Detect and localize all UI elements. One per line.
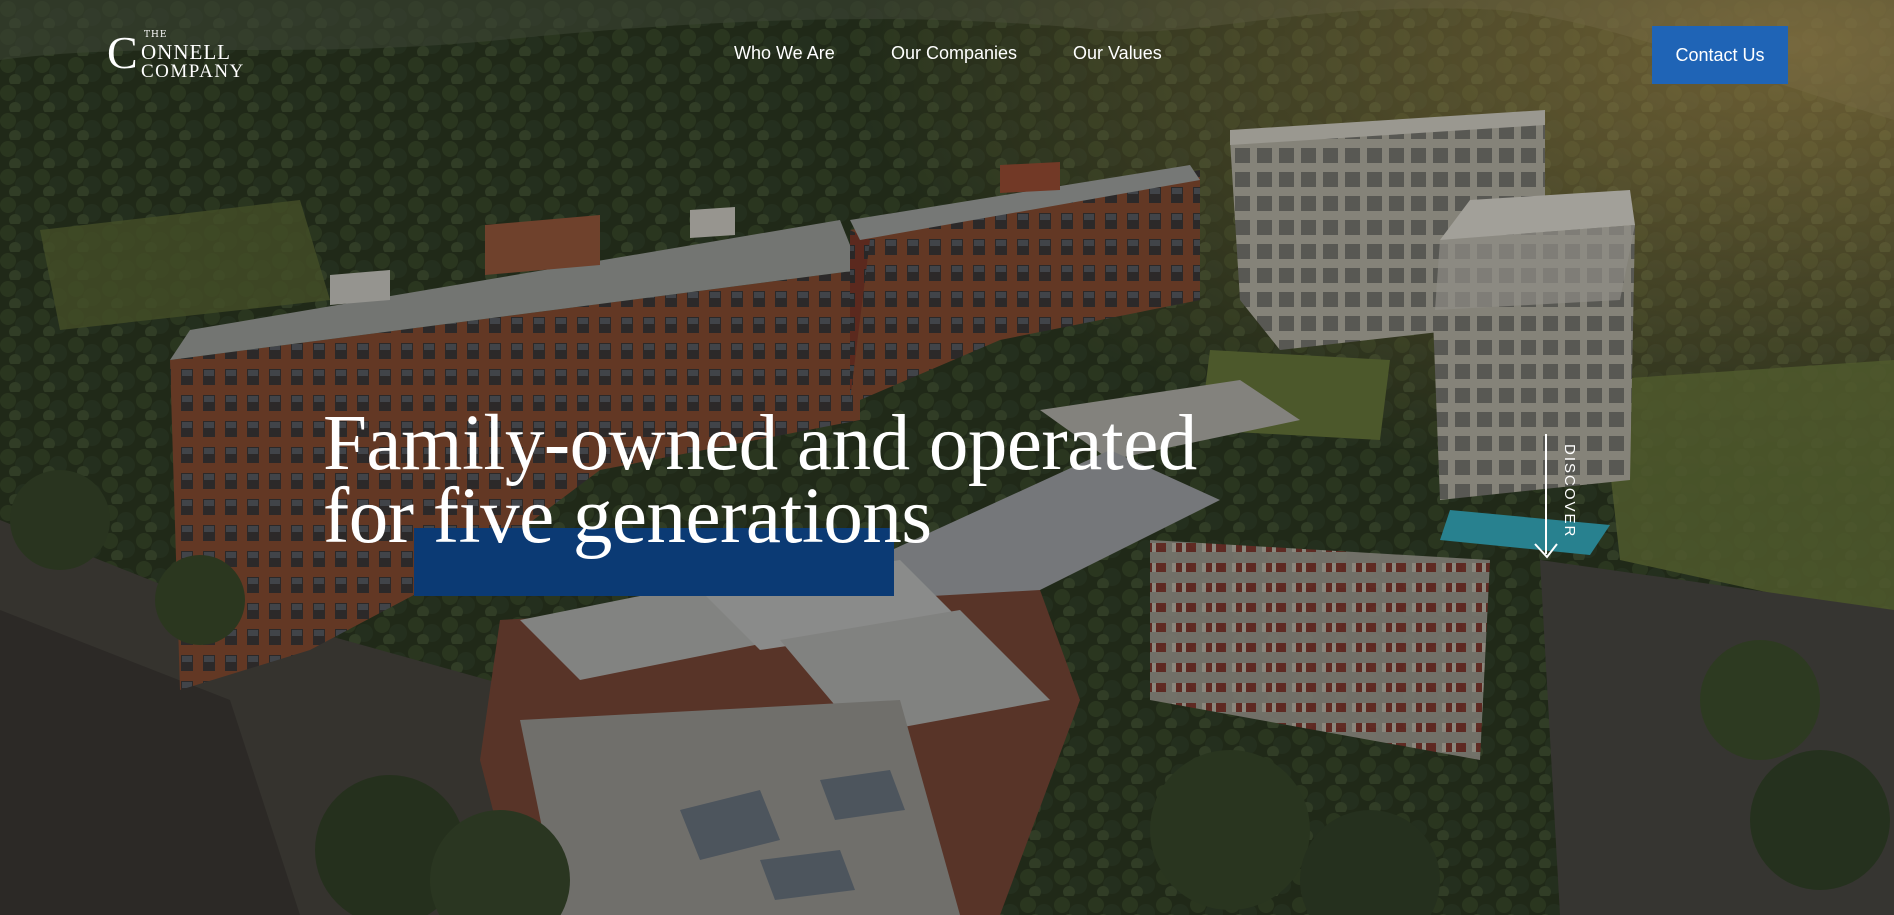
nav-link-our-values[interactable]: Our Values [1073, 43, 1162, 64]
logo-the: THE [144, 30, 168, 40]
headline-line-1: Family-owned and operated [323, 400, 1197, 487]
hero-headline: Family-owned and operated for five gener… [323, 400, 1197, 560]
nav-link-our-companies[interactable]: Our Companies [891, 43, 1017, 64]
logo-connell: ONNELL [141, 40, 231, 64]
company-logo[interactable]: THE C ONNELL COMPANY [107, 29, 267, 85]
discover-scroll-button[interactable]: DISCOVER [1530, 430, 1586, 562]
discover-label: DISCOVER [1561, 444, 1578, 539]
contact-us-button[interactable]: Contact Us [1652, 26, 1788, 84]
headline-line-2: for five generations [323, 473, 932, 560]
discover-line [1545, 434, 1547, 554]
logo-initial: C [107, 27, 138, 78]
logo-company: COMPANY [141, 61, 245, 82]
arrow-down-icon [1534, 543, 1558, 559]
hero-headline-block: Family-owned and operated for five gener… [323, 400, 1223, 607]
nav-link-who-we-are[interactable]: Who We Are [734, 43, 835, 64]
hero-section: THE C ONNELL COMPANY Who We Are Our Comp… [0, 0, 1894, 915]
